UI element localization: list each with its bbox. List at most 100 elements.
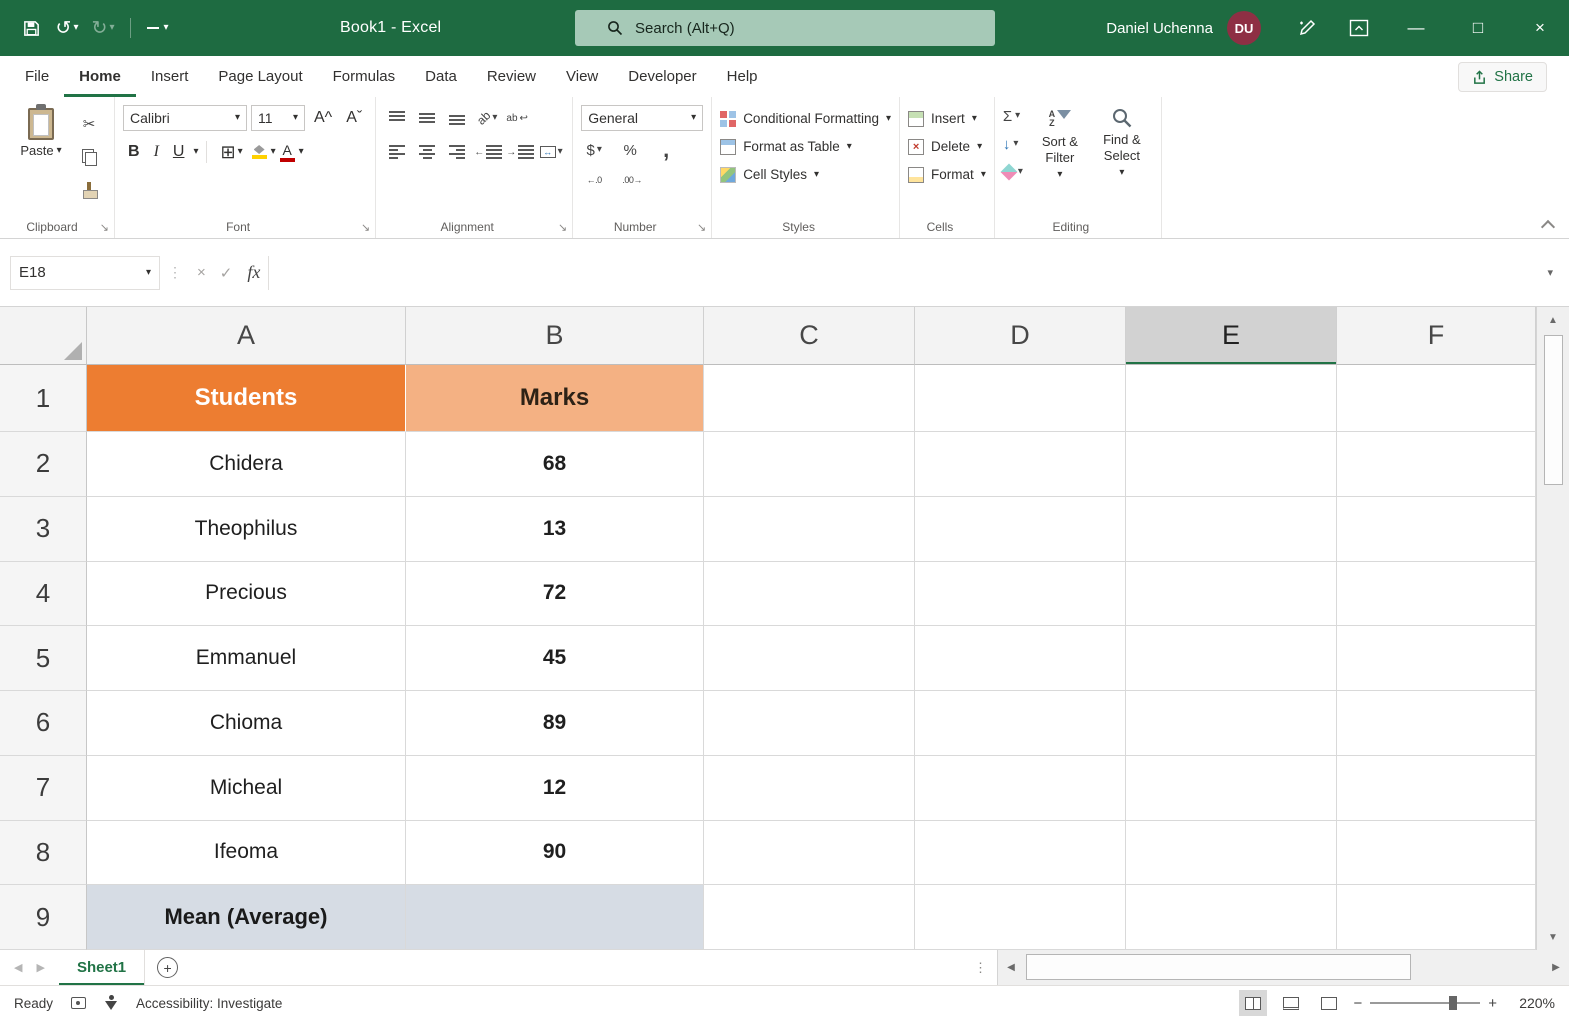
tab-view[interactable]: View	[551, 56, 613, 97]
dialog-launcher-icon[interactable]: ↘	[558, 221, 567, 234]
horizontal-scroll-track[interactable]	[1024, 950, 1543, 985]
user-name[interactable]: Daniel Uchenna	[1106, 20, 1213, 37]
column-header-a[interactable]: A	[87, 307, 406, 365]
cell-b3-mark[interactable]: 13	[406, 497, 704, 562]
tab-home[interactable]: Home	[64, 56, 136, 97]
clear-button[interactable]: ▾	[1003, 160, 1023, 184]
align-top-button[interactable]	[384, 106, 410, 130]
tab-insert[interactable]: Insert	[136, 56, 204, 97]
cell[interactable]	[915, 691, 1126, 756]
horizontal-scrollbar[interactable]: ◀ ▶	[997, 950, 1569, 985]
avatar[interactable]: DU	[1227, 11, 1261, 45]
format-cells-button[interactable]: Format ▾	[908, 162, 986, 187]
cell[interactable]	[1337, 885, 1536, 950]
increase-indent-button[interactable]: →	[506, 140, 534, 164]
number-format-select[interactable]: General ▾	[581, 105, 703, 131]
column-header-e-selected[interactable]: E	[1126, 307, 1337, 365]
borders-button[interactable]: ⊞▾	[215, 142, 247, 163]
accounting-format-button[interactable]: $▾	[581, 138, 607, 162]
redo-button[interactable]: ↻ ▾	[88, 11, 118, 45]
cell[interactable]	[704, 432, 915, 497]
cell-styles-button[interactable]: Cell Styles ▾	[720, 162, 891, 187]
cell[interactable]	[1126, 365, 1337, 432]
cell-a2-name[interactable]: Chidera	[87, 432, 406, 497]
bold-button[interactable]: B	[123, 143, 145, 161]
column-header-f[interactable]: F	[1337, 307, 1536, 365]
format-painter-button[interactable]	[76, 178, 102, 202]
ribbon-display-options-button[interactable]	[1335, 0, 1383, 56]
cell[interactable]	[915, 885, 1126, 950]
cell-a8-name[interactable]: Ifeoma	[87, 821, 406, 886]
cell[interactable]	[915, 626, 1126, 691]
row-header-3[interactable]: 3	[0, 497, 87, 562]
italic-button[interactable]: I	[149, 143, 164, 161]
cell-b8-mark[interactable]: 90	[406, 821, 704, 886]
cell-b9-mean-value[interactable]	[406, 885, 704, 950]
undo-button[interactable]: ↺ ▾	[52, 11, 82, 45]
macro-record-icon[interactable]	[71, 997, 86, 1009]
enter-check-icon[interactable]: ✓	[213, 264, 240, 282]
paste-button[interactable]: Paste▾	[12, 104, 70, 214]
cell-b5-mark[interactable]: 45	[406, 626, 704, 691]
cell-a3-name[interactable]: Theophilus	[87, 497, 406, 562]
column-header-c[interactable]: C	[704, 307, 915, 365]
orientation-button[interactable]: ab▾	[474, 106, 500, 130]
cell[interactable]	[1337, 821, 1536, 886]
decrease-font-size-button[interactable]: Aˇ	[341, 109, 367, 127]
cut-button[interactable]: ✂	[76, 112, 102, 136]
row-header-8[interactable]: 8	[0, 821, 87, 886]
dialog-launcher-icon[interactable]: ↘	[697, 221, 706, 234]
comma-style-button[interactable]: ,	[653, 138, 679, 162]
accessibility-icon[interactable]	[104, 995, 118, 1011]
cell[interactable]	[915, 432, 1126, 497]
minimize-button[interactable]: —	[1387, 0, 1445, 56]
maximize-button[interactable]: □	[1449, 0, 1507, 56]
tab-splitter-handle[interactable]: ⋮	[964, 950, 997, 985]
vertical-scroll-thumb[interactable]	[1544, 335, 1563, 485]
scroll-left-icon[interactable]: ◀	[998, 950, 1024, 985]
decrease-decimal-button[interactable]: .00→	[619, 168, 645, 192]
expand-formula-bar-icon[interactable]: ▾	[1541, 266, 1559, 279]
cell-a7-name[interactable]: Micheal	[87, 756, 406, 821]
zoom-slider[interactable]	[1370, 1002, 1480, 1004]
cell[interactable]	[704, 365, 915, 432]
accessibility-status[interactable]: Accessibility: Investigate	[136, 996, 282, 1011]
column-header-b[interactable]: B	[406, 307, 704, 365]
autosum-button[interactable]: Σ ▾	[1003, 104, 1023, 128]
cell-b4-mark[interactable]: 72	[406, 562, 704, 627]
percent-style-button[interactable]: %	[617, 138, 643, 162]
prev-sheet-icon[interactable]: ◀	[14, 961, 22, 974]
cell-a4-name[interactable]: Precious	[87, 562, 406, 627]
delete-cells-button[interactable]: × Delete ▾	[908, 134, 986, 159]
cell[interactable]	[1337, 691, 1536, 756]
cell[interactable]	[704, 885, 915, 950]
vertical-scrollbar[interactable]: ▲ ▼	[1536, 307, 1569, 950]
cell[interactable]	[1126, 497, 1337, 562]
align-right-button[interactable]	[444, 140, 470, 164]
collapse-ribbon-icon[interactable]	[1541, 220, 1555, 234]
cell[interactable]	[704, 626, 915, 691]
row-header-6[interactable]: 6	[0, 691, 87, 756]
customize-quick-access-button[interactable]: ▾	[143, 11, 173, 45]
cell[interactable]	[1126, 885, 1337, 950]
cell[interactable]	[704, 497, 915, 562]
cell[interactable]	[915, 756, 1126, 821]
cell[interactable]	[1126, 626, 1337, 691]
cell-b7-mark[interactable]: 12	[406, 756, 704, 821]
cell-b1-marks-header[interactable]: Marks	[406, 365, 704, 432]
decrease-indent-button[interactable]: ←	[474, 140, 502, 164]
find-select-button[interactable]: Find & Select ▾	[1091, 104, 1153, 214]
cell[interactable]	[1126, 756, 1337, 821]
next-sheet-icon[interactable]: ▶	[36, 961, 44, 974]
zoom-level[interactable]: 220%	[1507, 995, 1555, 1011]
dialog-launcher-icon[interactable]: ↘	[361, 221, 370, 234]
row-header-9[interactable]: 9	[0, 885, 87, 950]
row-header-4[interactable]: 4	[0, 562, 87, 627]
align-left-button[interactable]	[384, 140, 410, 164]
cell[interactable]	[704, 821, 915, 886]
close-button[interactable]: ×	[1511, 0, 1569, 56]
tab-review[interactable]: Review	[472, 56, 551, 97]
normal-view-button[interactable]	[1239, 990, 1267, 1016]
cancel-icon[interactable]: ×	[190, 264, 213, 281]
search-input[interactable]: Search (Alt+Q)	[575, 10, 995, 46]
